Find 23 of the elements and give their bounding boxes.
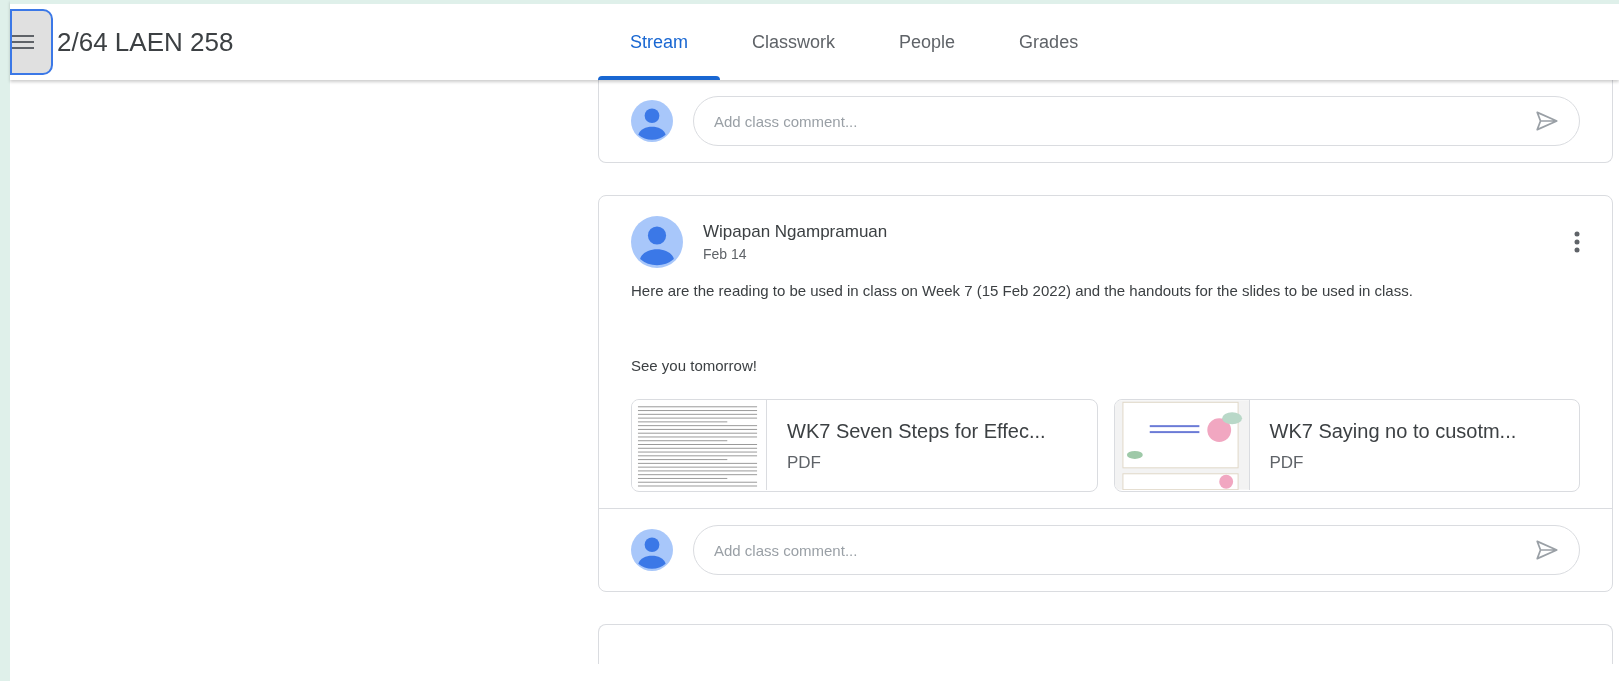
nav-tab[interactable]: Stream — [598, 4, 721, 80]
attachment-card[interactable]: WK7 Seven Steps for Effec... PDF — [631, 399, 1098, 492]
nav-tab[interactable]: People — [867, 4, 988, 80]
post-text: Here are the reading to be used in class on Week 7 (15 Feb 2022) and the handouts for the slides to be used in class. — [631, 281, 1414, 301]
menu-button[interactable] — [10, 9, 53, 75]
attachment-title: WK7 Saying no to cusotm... — [1269, 418, 1517, 444]
menu-icon — [12, 34, 34, 50]
comment-field[interactable]: Add class comment... — [693, 525, 1580, 575]
comment-field[interactable]: Add class comment... — [693, 96, 1580, 146]
attachment-type: PDF — [1269, 451, 1305, 474]
avatar-icon — [631, 216, 683, 268]
nav-tab[interactable]: Classwork — [720, 4, 868, 80]
avatar-icon — [631, 529, 673, 571]
more-options-icon[interactable] — [1574, 231, 1580, 253]
post-text: See you tomorrow! — [631, 355, 758, 376]
class-title: 2/64 LAEN 258 — [57, 25, 234, 59]
attachment-card[interactable]: WK7 Saying no to cusotm... PDF — [1113, 399, 1580, 492]
author-name: Wipapan Ngampramuan — [703, 220, 889, 243]
attachment-title: WK7 Seven Steps for Effec... — [787, 418, 1046, 444]
post-date: Feb 14 — [703, 245, 748, 265]
nav-tab[interactable]: Grades — [987, 4, 1111, 80]
attachment-type: PDF — [787, 451, 822, 474]
avatar-icon — [631, 100, 673, 142]
